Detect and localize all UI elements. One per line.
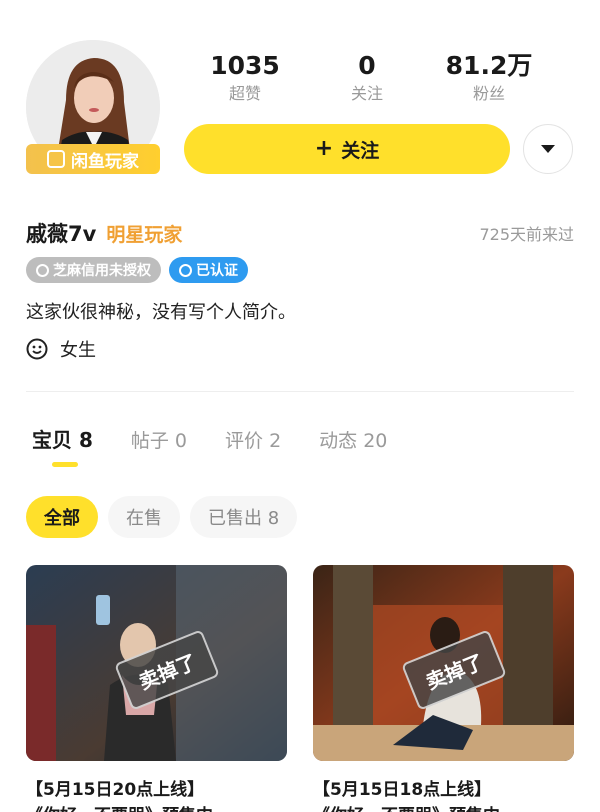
fish-player-icon (47, 150, 65, 168)
follow-button[interactable]: + 关注 (184, 124, 510, 174)
smiley-icon (26, 338, 48, 360)
item-image[interactable]: 卖掉了 (26, 565, 287, 761)
verified-icon (179, 263, 192, 277)
badge-label: 已认证 (196, 263, 238, 279)
title-tag: 明星玩家 (106, 223, 183, 246)
badge-label: 芝麻信用未授权 (53, 263, 151, 279)
nickname: 戚薇7v (26, 222, 97, 246)
active-tab-indicator (52, 462, 78, 467)
stat-label: 关注 (350, 84, 383, 103)
sesame-credit-badge[interactable]: 芝麻信用未授权 (26, 257, 161, 283)
follow-label: 关注 (341, 139, 380, 162)
item-title: 【5月15日18点上线】 (313, 780, 492, 800)
gender-label: 女生 (60, 340, 96, 361)
more-button[interactable] (523, 124, 573, 174)
caret-down-icon (541, 145, 555, 153)
stat-value: 81.2万 (445, 51, 533, 80)
last-seen: 725天前来过 (479, 225, 574, 244)
bio: 这家伙很神秘，没有写个人简介。 (26, 302, 296, 323)
verified-badge[interactable]: 已认证 (169, 257, 248, 283)
player-badge: 闲鱼玩家 (26, 144, 160, 174)
item-subtitle: 《你好，不要哭》预售中 (26, 801, 287, 812)
item-image[interactable]: 卖掉了 (313, 565, 574, 761)
item-card[interactable]: 卖掉了 【5月15日20点上线】 《你好，不要哭》预售中 (26, 565, 287, 812)
filter-row: 全部 在售 已售出 8 (26, 496, 298, 538)
content-tabs: 宝贝 8 帖子 0 评价 2 动态 20 (32, 424, 387, 467)
stat-label: 超赞 (228, 84, 261, 103)
stat-fans[interactable]: 81.2万 粉丝 (428, 50, 550, 106)
name-row: 戚薇7v 明星玩家 725天前来过 (26, 218, 574, 248)
plus-icon: + (314, 136, 334, 161)
filter-sold[interactable]: 已售出 8 (190, 496, 298, 538)
stat-value: 1035 (210, 51, 280, 80)
stats-row: 1035 超赞 0 关注 81.2万 粉丝 (184, 50, 574, 106)
sesame-icon (36, 263, 49, 277)
tab-items[interactable]: 宝贝 8 (32, 424, 93, 453)
stat-label: 粉丝 (472, 84, 505, 103)
filter-all[interactable]: 全部 (26, 496, 98, 538)
player-badge-label: 闲鱼玩家 (71, 151, 139, 172)
item-subtitle: 《你好，不要哭》预售中 (313, 801, 574, 812)
item-grid: 卖掉了 【5月15日20点上线】 《你好，不要哭》预售中 (26, 565, 574, 812)
stat-value: 0 (358, 51, 376, 80)
item-title: 【5月15日20点上线】 (26, 780, 205, 800)
divider (26, 391, 574, 392)
badge-row: 芝麻信用未授权 已认证 (26, 257, 248, 283)
gender-row: 女生 (26, 336, 96, 362)
item-card[interactable]: 卖掉了 【5月15日18点上线】 《你好，不要哭》预售中 (313, 565, 574, 812)
avatar-container[interactable]: 闲鱼玩家 (26, 40, 160, 174)
tab-reviews[interactable]: 评价 2 (225, 426, 281, 453)
tab-posts[interactable]: 帖子 0 (131, 426, 187, 453)
filter-on-sale[interactable]: 在售 (108, 496, 180, 538)
stat-following[interactable]: 0 关注 (306, 50, 428, 106)
tab-moments[interactable]: 动态 20 (319, 426, 387, 453)
stat-likes[interactable]: 1035 超赞 (184, 50, 306, 106)
